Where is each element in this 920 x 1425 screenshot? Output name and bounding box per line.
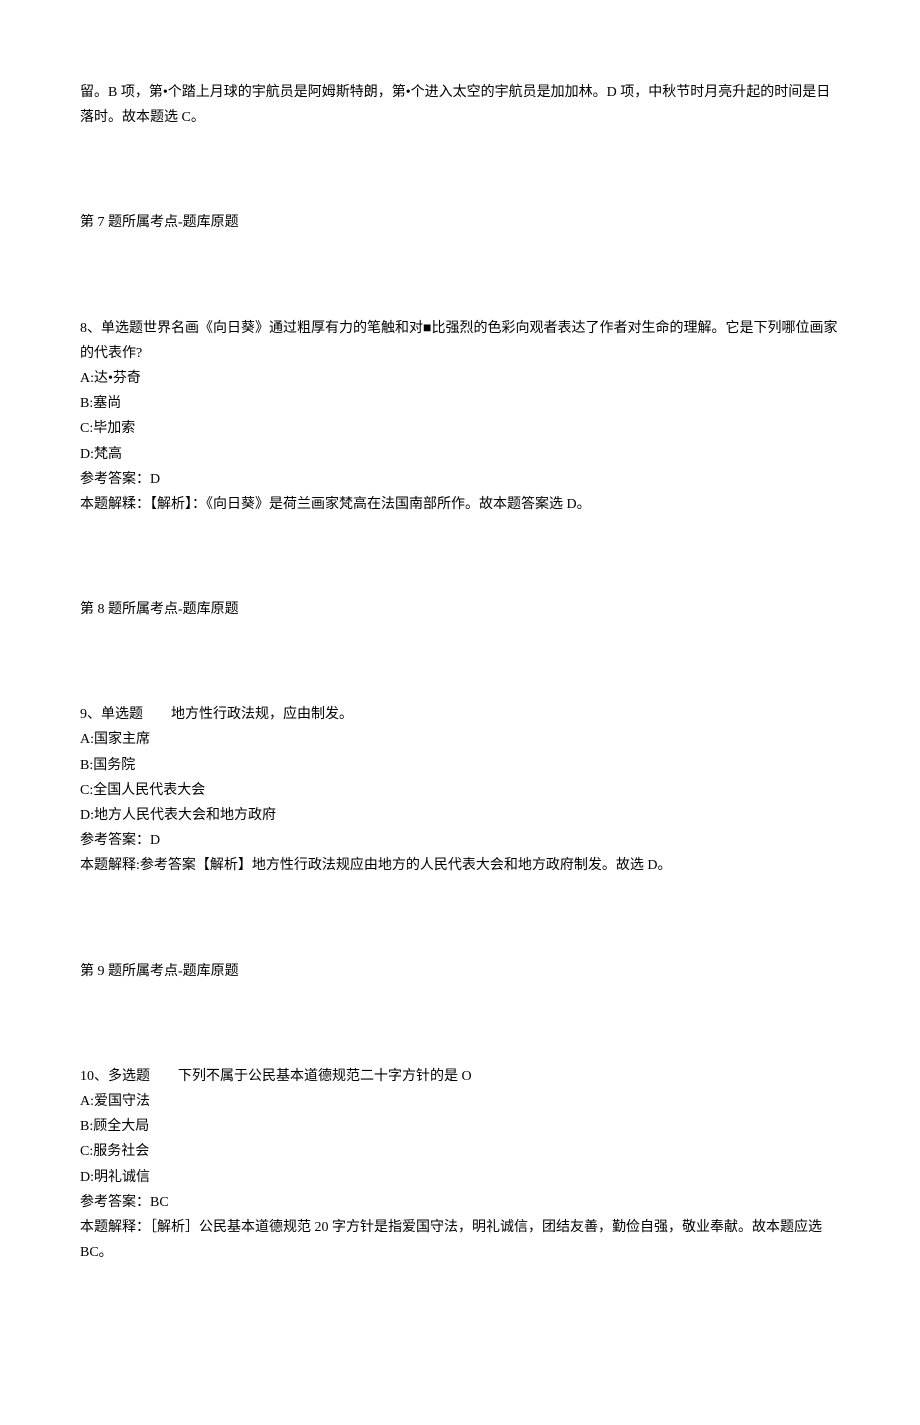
q10-option-a: A:爱国守法 <box>80 1089 840 1114</box>
document-page: 留。B 项，第•个踏上月球的宇航员是阿姆斯特朗，第•个进入太空的宇航员是加加林。… <box>0 0 920 1425</box>
q10-option-c: C:服务社会 <box>80 1139 840 1164</box>
section-8-heading-block: 第 8 题所属考点-题库原题 <box>80 597 840 622</box>
section-7-heading: 第 7 题所属考点-题库原题 <box>80 210 840 235</box>
q9-answer: 参考答案：D <box>80 828 840 853</box>
q8-option-a: A:达•芬奇 <box>80 366 840 391</box>
fragment-top: 留。B 项，第•个踏上月球的宇航员是阿姆斯特朗，第•个进入太空的宇航员是加加林。… <box>80 80 840 130</box>
q9-stem-text: 地方性行政法规，应由制发。 <box>171 707 353 722</box>
q8-option-b: B:塞尚 <box>80 391 840 416</box>
q8-option-c: C:毕加索 <box>80 416 840 441</box>
q8-option-d: D:梵高 <box>80 442 840 467</box>
q9-stem-prefix: 9、单选题 <box>80 707 143 722</box>
section-9-heading: 第 9 题所属考点-题库原题 <box>80 959 840 984</box>
q10-stem-text: 下列不属于公民基本道德规范二十字方针的是 O <box>178 1069 472 1084</box>
q8-answer: 参考答案：D <box>80 467 840 492</box>
section-7-heading-block: 第 7 题所属考点-题库原题 <box>80 210 840 235</box>
section-8-heading: 第 8 题所属考点-题库原题 <box>80 597 840 622</box>
q10-explain: 本题解释：［解析］公民基本道德规范 20 字方针是指爱国守法，明礼诚信，团结友善… <box>80 1215 840 1265</box>
q10-option-b: B:顾全大局 <box>80 1114 840 1139</box>
q10-stem: 10、多选题 下列不属于公民基本道德规范二十字方针的是 O <box>80 1064 840 1089</box>
q9-explain: 本题解释:参考答案【解析】地方性行政法规应由地方的人民代表大会和地方政府制发。故… <box>80 853 840 878</box>
q9-stem: 9、单选题 地方性行政法规，应由制发。 <box>80 702 840 727</box>
section-9-heading-block: 第 9 题所属考点-题库原题 <box>80 959 840 984</box>
q8-stem: 8、单选题世界名画《向日葵》通过粗厚有力的笔触和对■比强烈的色彩向观者表达了作者… <box>80 316 840 366</box>
question-9: 9、单选题 地方性行政法规，应由制发。 A:国家主席 B:国务院 C:全国人民代表… <box>80 702 840 878</box>
question-8: 8、单选题世界名画《向日葵》通过粗厚有力的笔触和对■比强烈的色彩向观者表达了作者… <box>80 316 840 518</box>
fragment-text: 留。B 项，第•个踏上月球的宇航员是阿姆斯特朗，第•个进入太空的宇航员是加加林。… <box>80 80 840 130</box>
q10-stem-prefix: 10、多选题 <box>80 1069 150 1084</box>
q10-answer: 参考答案：BC <box>80 1190 840 1215</box>
q10-option-d: D:明礼诚信 <box>80 1165 840 1190</box>
q9-option-b: B:国务院 <box>80 753 840 778</box>
q8-explain: 本题解糅：【解析】：《向日葵》是荷兰画家梵高在法国南部所作。故本题答案选 D。 <box>80 492 840 517</box>
q9-option-a: A:国家主席 <box>80 727 840 752</box>
q9-option-c: C:全国人民代表大会 <box>80 778 840 803</box>
q9-option-d: D:地方人民代表大会和地方政府 <box>80 803 840 828</box>
question-10: 10、多选题 下列不属于公民基本道德规范二十字方针的是 O A:爱国守法 B:顾全… <box>80 1064 840 1266</box>
